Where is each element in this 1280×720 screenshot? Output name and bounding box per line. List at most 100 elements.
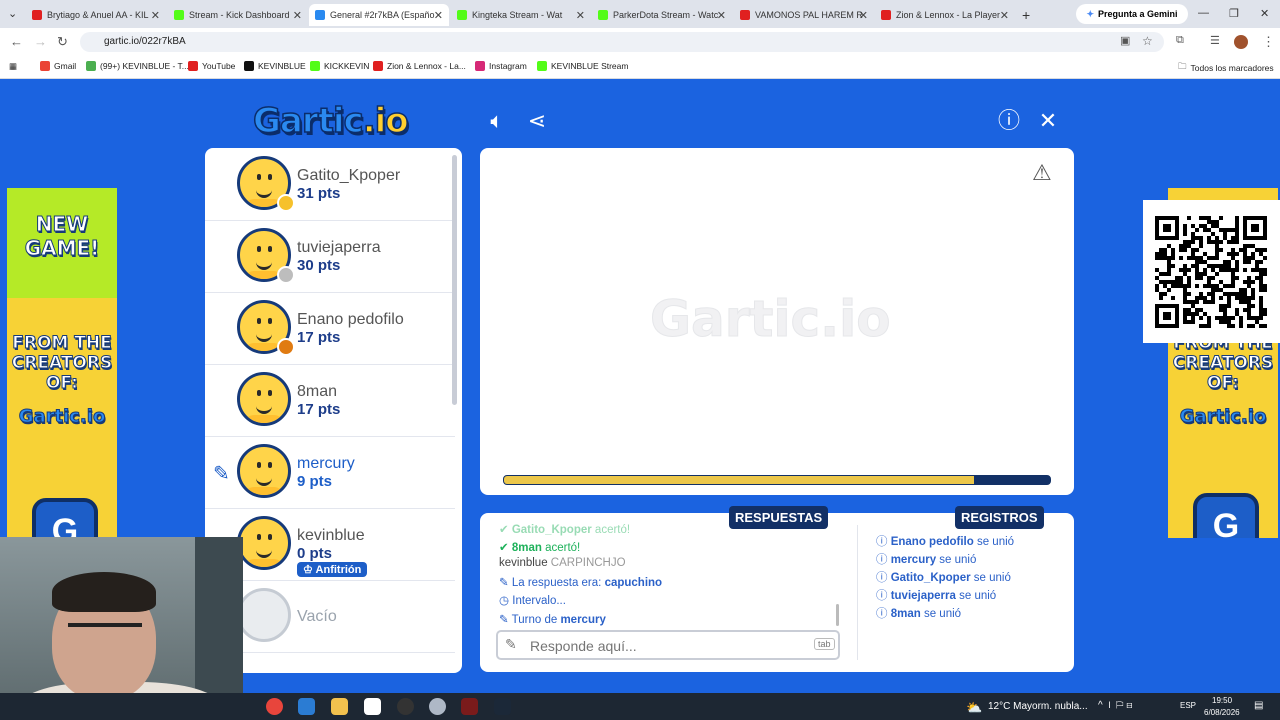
report-warning-icon[interactable]: ⚠ (1032, 160, 1052, 186)
app-icon[interactable] (429, 698, 446, 715)
tab-close-icon[interactable]: ✕ (151, 9, 160, 22)
new-tab-button[interactable]: + (1016, 4, 1036, 26)
browser-tab[interactable]: Stream - Kick Dashboard ✕ (168, 4, 308, 26)
ad-mini-logo: Gartic.io (1179, 406, 1267, 428)
bookmark-favicon (537, 61, 547, 71)
gemini-button[interactable]: ✦ Pregunta a Gemini (1076, 4, 1188, 24)
tab-close-icon[interactable]: ✕ (717, 9, 726, 22)
ad-banner-left[interactable]: NEW GAME! FROM THE CREATORS OF: Gartic.i… (7, 188, 117, 538)
outlook-icon[interactable] (298, 698, 315, 715)
bookmark-item[interactable]: KEVINBLUE (244, 61, 306, 71)
tab-logs[interactable]: REGISTROS (955, 506, 1044, 529)
player-points: 17 pts (297, 401, 341, 418)
back-icon[interactable]: ← (10, 34, 23, 49)
chat-line: ✎ Turno de mercury (499, 614, 606, 626)
language-indicator[interactable]: ESP (1180, 701, 1196, 710)
install-icon[interactable]: ▣ (1120, 34, 1130, 47)
obs-icon[interactable] (397, 698, 414, 715)
player-row[interactable]: Enano pedofilo 17 pts (205, 292, 455, 365)
browser-tab[interactable]: ParkerDota Stream - Watc ✕ (592, 4, 732, 26)
forward-icon[interactable]: → (34, 34, 47, 49)
chat-line: ✔ 8man acertó! (499, 542, 581, 554)
answer-input[interactable] (528, 636, 802, 656)
app2-icon[interactable] (461, 698, 478, 715)
bookmark-item[interactable]: Gmail (40, 61, 76, 71)
chat-line: kevinblue CARPINCHJO (499, 557, 626, 569)
browser-tab[interactable]: Brytiago & Anuel AA - KIL ✕ (26, 4, 166, 26)
check-icon: ✔ (499, 542, 509, 554)
tray-icons[interactable]: ^ ⏽ ⚐ ⊟ (1098, 700, 1133, 711)
tab-search-icon[interactable]: ⌄ (8, 7, 17, 20)
steam-icon[interactable] (494, 698, 511, 715)
player-name: mercury (297, 455, 355, 472)
extensions-icon[interactable]: ⧉ (1176, 34, 1184, 47)
bookmark-item[interactable]: Zion & Lennox - La... (373, 61, 466, 71)
players-scrollbar[interactable] (452, 155, 457, 405)
ad-g-logo: G (32, 498, 98, 538)
restore-icon[interactable]: ❐ (1229, 7, 1239, 20)
info-icon[interactable]: ⓘ (996, 108, 1022, 134)
player-row[interactable]: 8man 17 pts (205, 364, 455, 437)
log-line: ⓘ tuviejaperra se unió (876, 590, 997, 602)
tab-close-icon[interactable]: ✕ (576, 9, 585, 22)
notifications-icon[interactable]: ▤ (1254, 700, 1263, 711)
player-name: Enano pedofilo (297, 311, 404, 328)
round-timer-bar (503, 475, 1051, 485)
browser-tab[interactable]: General #2r7kBA (Españo ✕ (309, 4, 449, 26)
apps-icon[interactable]: ▦ (9, 61, 17, 72)
weather-text[interactable]: 12°C Mayorm. nubla... (988, 701, 1088, 712)
store-icon[interactable] (364, 698, 381, 715)
tab-favicon (174, 10, 184, 20)
reload-icon[interactable]: ↻ (57, 34, 68, 50)
tab-answers[interactable]: RESPUESTAS (729, 506, 829, 529)
bookmark-item[interactable]: KEVINBLUE Stream (537, 61, 628, 71)
player-points: 9 pts (297, 473, 333, 490)
exit-icon[interactable]: ✕ (1035, 108, 1061, 134)
empty-avatar (237, 588, 291, 642)
player-name: 8man (297, 383, 338, 400)
clock-date[interactable]: 6/08/2026 (1204, 708, 1240, 717)
answer-input-box[interactable]: ✎ tab (496, 630, 840, 660)
all-bookmarks[interactable]: 🗀 Todos los marcadores (1178, 61, 1274, 75)
bookmark-favicon (86, 61, 96, 71)
bookmark-star-icon[interactable]: ☆ (1142, 34, 1153, 48)
tab-close-icon[interactable]: ✕ (293, 9, 302, 22)
close-window-icon[interactable]: ✕ (1260, 7, 1269, 20)
browser-tab[interactable]: VAMONOS PAL HAREM R ✕ (734, 4, 874, 26)
bookmark-item[interactable]: YouTube (188, 61, 235, 71)
url-field[interactable]: gartic.io/022r7kBA (80, 32, 1164, 52)
player-name: tuviejaperra (297, 239, 381, 256)
profile-avatar[interactable] (1234, 35, 1248, 49)
minimize-icon[interactable]: — (1198, 7, 1209, 19)
info-circle-icon: ⓘ (876, 608, 888, 620)
player-row[interactable]: Gatito_Kpoper 31 pts (205, 148, 455, 221)
clock-time[interactable]: 19:50 (1212, 696, 1232, 705)
bookmark-item[interactable]: Instagram (475, 61, 527, 71)
media-icon[interactable]: ☰ (1210, 34, 1220, 47)
tab-close-icon[interactable]: ✕ (1000, 9, 1009, 22)
players-list: Gatito_Kpoper 31 pts tuviejaperra 30 pts Ena… (205, 148, 462, 673)
chat-line: ✎ La respuesta era: capuchino (499, 577, 663, 589)
file-explorer-icon[interactable] (331, 698, 348, 715)
tab-close-icon[interactable]: ✕ (859, 9, 868, 22)
tab-close-icon[interactable]: ✕ (434, 9, 443, 22)
bookmark-item[interactable]: (99+) KEVINBLUE - T... (86, 61, 189, 71)
player-row[interactable]: tuviejaperra 30 pts (205, 220, 455, 293)
tab-favicon (32, 10, 42, 20)
sound-icon[interactable]: 🔈︎ (484, 108, 510, 134)
player-avatar (237, 516, 291, 570)
chat-scrollbar[interactable] (836, 604, 839, 626)
browser-tab[interactable]: Kingteka Stream - Wat ✕ (451, 4, 591, 26)
check-icon: ✔ (499, 524, 509, 536)
pencil-icon: ✎ (505, 636, 517, 652)
browser-tab[interactable]: Zion & Lennox - La Player ✕ (875, 4, 1015, 26)
chrome-icon[interactable] (266, 698, 283, 715)
player-name: Vacío (297, 608, 337, 625)
menu-icon[interactable]: ⋮ (1262, 34, 1275, 50)
share-icon[interactable]: ⋖ (524, 108, 550, 134)
gartic-logo[interactable]: Gartic.io (252, 100, 409, 142)
player-row[interactable]: ✎ mercury 9 pts (205, 436, 455, 509)
player-points: 17 pts (297, 329, 341, 346)
player-points: 31 pts (297, 185, 341, 202)
bookmark-item[interactable]: KICKKEVIN (310, 61, 369, 71)
